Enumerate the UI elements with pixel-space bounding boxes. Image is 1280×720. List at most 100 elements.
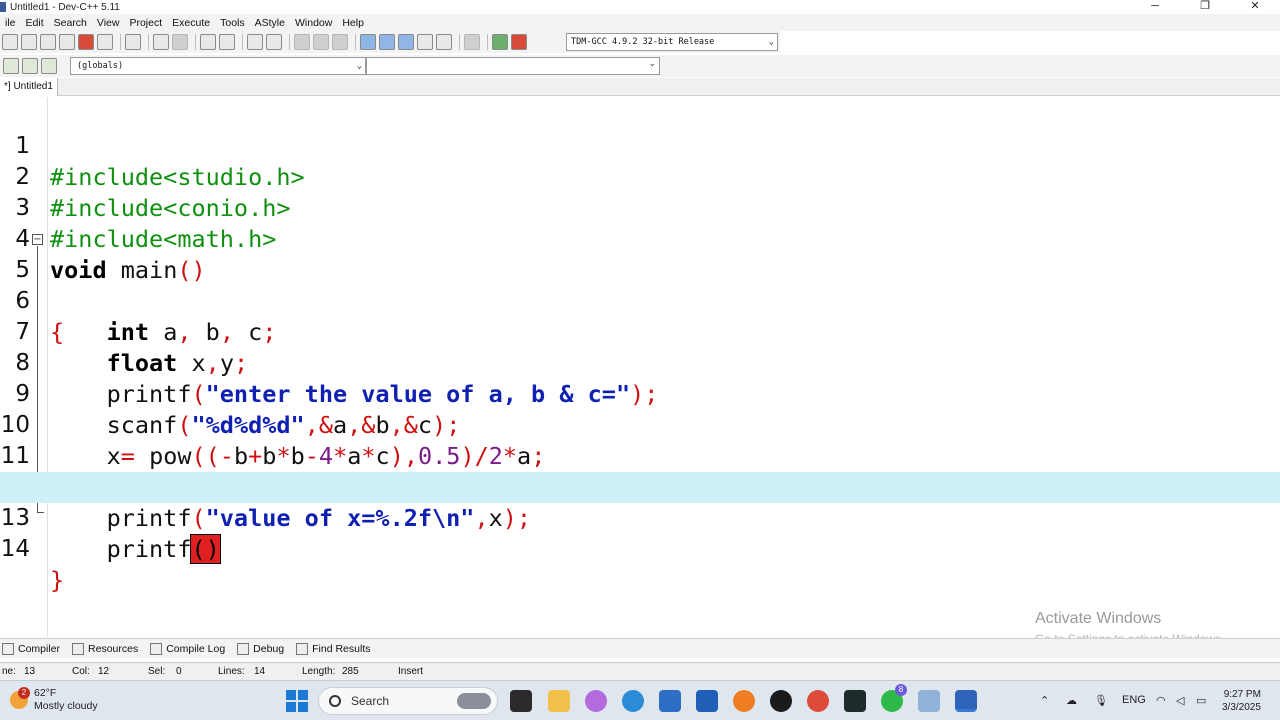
back-icon[interactable]	[294, 34, 310, 50]
task-view-icon[interactable]	[510, 690, 532, 712]
tab-resources[interactable]: Resources	[70, 642, 138, 655]
debug-icon[interactable]	[511, 34, 527, 50]
status-bar: ne: 13 Col: 12 Sel: 0 Lines: 14 Length: …	[0, 662, 1280, 680]
function-select[interactable]: ⌄	[366, 57, 660, 75]
clock-date: 3/3/2025	[1222, 702, 1261, 713]
tab-label: Debug	[253, 642, 285, 655]
terminal-icon[interactable]	[844, 690, 866, 712]
menu-execute[interactable]: Execute	[167, 17, 215, 29]
code-line: 3 #include<math.h>	[0, 162, 1280, 253]
menu-search[interactable]: Search	[49, 17, 92, 29]
menu-tools[interactable]: Tools	[215, 17, 250, 29]
microphone-icon[interactable]: 🎙	[1094, 694, 1108, 707]
wifi-icon[interactable]: ◠	[1156, 694, 1166, 707]
profile-icon[interactable]	[492, 34, 508, 50]
new-project-icon[interactable]	[3, 58, 19, 74]
windows-taskbar: 2 62°F Mostly cloudy Search 8 ⌃ ☁ 🎙 ENG …	[0, 680, 1280, 720]
app-dark-icon[interactable]	[770, 690, 792, 712]
compile-log-icon	[150, 642, 163, 655]
word-icon[interactable]	[696, 690, 718, 712]
print-icon[interactable]	[125, 34, 141, 50]
tab-compiler[interactable]: Compiler	[0, 642, 61, 655]
undo-icon[interactable]	[153, 34, 169, 50]
restore-button[interactable]: ❐	[1180, 0, 1230, 14]
clock-time: 9:27 PM	[1223, 689, 1261, 700]
new-file-icon[interactable]	[2, 34, 18, 50]
menu-project[interactable]: Project	[124, 17, 167, 29]
fold-collapse-icon[interactable]: −	[32, 234, 43, 245]
copilot-icon[interactable]	[585, 690, 607, 712]
volume-icon[interactable]: ◁	[1176, 694, 1184, 707]
status-insert-mode: Insert	[398, 666, 424, 677]
close-button[interactable]: ✕	[1230, 0, 1280, 14]
menu-help[interactable]: Help	[337, 17, 369, 29]
editor-tab-bar: *] Untitled1	[0, 78, 1280, 96]
menu-file[interactable]: ile	[0, 17, 21, 29]
tab-compile-log[interactable]: Compile Log	[148, 642, 225, 655]
battery-icon[interactable]: ▭	[1196, 694, 1206, 707]
activate-windows-title: Activate Windows	[1035, 610, 1162, 627]
compile-icon[interactable]	[360, 34, 376, 50]
menu-edit[interactable]: Edit	[21, 17, 49, 29]
show-hidden-icons-icon[interactable]: ⌃	[1040, 694, 1049, 707]
close-file-icon[interactable]	[78, 34, 94, 50]
file-explorer-icon[interactable]	[548, 690, 570, 712]
windows-start-icon[interactable]	[286, 690, 308, 712]
find-icon[interactable]	[200, 34, 216, 50]
toggle-bookmark-icon[interactable]	[41, 58, 57, 74]
rebuild-icon[interactable]	[417, 34, 433, 50]
title-bar: Untitled1 - Dev-C++ 5.11 ─ ❐ ✕	[0, 0, 1280, 14]
save-icon[interactable]	[40, 34, 56, 50]
redo-icon[interactable]	[172, 34, 188, 50]
find-results-icon	[296, 642, 309, 655]
forward-icon[interactable]	[313, 34, 329, 50]
store-icon[interactable]	[659, 690, 681, 712]
onedrive-cloud-icon[interactable]: ☁	[1066, 694, 1077, 707]
stop-icon[interactable]	[464, 34, 480, 50]
bookmark-icon[interactable]	[332, 34, 348, 50]
taskbar-search[interactable]: Search	[318, 687, 498, 715]
whatsapp-icon[interactable]: 8	[881, 684, 907, 712]
code-line: 7 float x,y;	[0, 286, 1280, 377]
code-line: 1 #include<studio.h>	[0, 100, 1280, 191]
language-indicator[interactable]: ENG	[1122, 694, 1146, 706]
weather-text: 62°F Mostly cloudy	[34, 687, 98, 713]
bracket-match-highlight: ()	[190, 534, 221, 564]
compile-run-icon[interactable]	[398, 34, 414, 50]
indent-icon[interactable]	[247, 34, 263, 50]
minimize-button[interactable]: ─	[1130, 0, 1180, 14]
code-editor[interactable]: 1 #include<studio.h> 2 #include<conio.h>…	[0, 97, 1280, 637]
tab-debug[interactable]: Debug	[235, 642, 285, 655]
tab-find-results[interactable]: Find Results	[294, 642, 370, 655]
compiler-select[interactable]: TDM-GCC 4.9.2 32-bit Release ⌄	[566, 33, 778, 51]
unindent-icon[interactable]	[266, 34, 282, 50]
code-line: 12 printf("value of x=%.2f\n",x);	[0, 441, 1280, 532]
scope-select[interactable]: (globals) ⌄	[70, 57, 366, 75]
weather-temp: 62°F	[34, 687, 57, 699]
menu-window[interactable]: Window	[290, 17, 337, 29]
menu-view[interactable]: View	[92, 17, 125, 29]
run-icon[interactable]	[379, 34, 395, 50]
snipping-tool-icon[interactable]	[918, 690, 940, 712]
replace-icon[interactable]	[219, 34, 235, 50]
status-col-value: 12	[98, 666, 110, 677]
toolbar-separator	[355, 34, 356, 50]
code-text: }	[50, 566, 65, 594]
save-all-icon[interactable]	[59, 34, 75, 50]
compiler-icon	[2, 642, 14, 655]
devcpp-taskbar-icon[interactable]	[955, 690, 977, 712]
menu-astyle[interactable]: AStyle	[250, 17, 290, 29]
tab-untitled1[interactable]: *] Untitled1	[0, 78, 58, 96]
status-sel-value: 0	[176, 666, 182, 677]
open-file-icon[interactable]	[21, 34, 37, 50]
tab-label: Compiler	[18, 642, 61, 655]
weather-widget[interactable]: 2 62°F Mostly cloudy	[10, 687, 98, 713]
check-syntax-icon[interactable]	[436, 34, 452, 50]
close-all-icon[interactable]	[97, 34, 113, 50]
firefox-icon[interactable]	[733, 690, 755, 712]
edge-icon[interactable]	[622, 690, 644, 712]
system-clock[interactable]: 9:27 PM 3/3/2025	[1222, 688, 1261, 714]
insert-icon[interactable]	[22, 58, 38, 74]
code-line: 4 void main()	[0, 193, 1280, 284]
chrome-icon[interactable]	[807, 690, 829, 712]
